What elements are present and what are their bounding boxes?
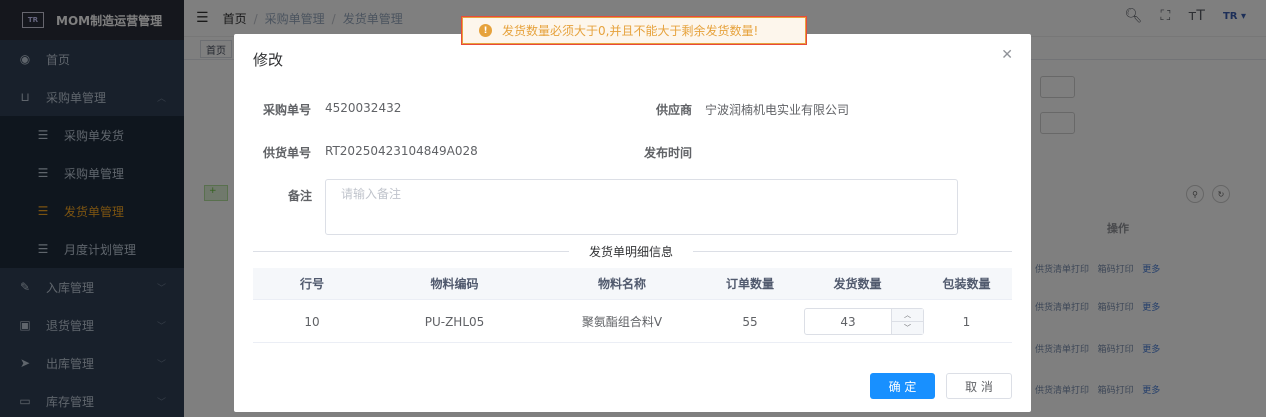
col-material-code: 物料编码 — [430, 277, 479, 291]
ship-qty-input[interactable]: 43 — [805, 309, 891, 334]
confirm-button[interactable]: 确 定 — [870, 373, 935, 399]
po-label: 采购单号 — [263, 103, 312, 117]
section-title: 发货单明细信息 — [569, 243, 694, 260]
cell-pack-qty: 1 — [962, 314, 971, 329]
toast-message: 发货数量必须大于0,并且不能大于剩余发货数量! — [502, 24, 759, 38]
po-value: 4520032432 — [325, 101, 402, 115]
warning-icon: ! — [479, 24, 492, 37]
warning-toast: ! 发货数量必须大于0,并且不能大于剩余发货数量! — [461, 16, 807, 45]
stepper-buttons: ︿ ﹀ — [891, 309, 923, 334]
col-pack-qty: 包装数量 — [942, 277, 991, 291]
increase-icon[interactable]: ︿ — [892, 309, 923, 322]
dialog-title: 修改 — [253, 51, 284, 69]
supplier-label: 供应商 — [656, 103, 693, 117]
col-order-qty: 订单数量 — [725, 277, 774, 291]
delivery-label: 供货单号 — [263, 146, 312, 160]
table-row: 10 PU-ZHL05 聚氨酯组合料V 55 43 ︿ ﹀ 1 — [253, 301, 1012, 343]
cancel-button[interactable]: 取 消 — [946, 373, 1012, 399]
cell-order-qty: 55 — [742, 314, 758, 329]
remark-label: 备注 — [288, 189, 313, 203]
decrease-icon[interactable]: ﹀ — [892, 322, 923, 335]
edit-dialog: 修改 ✕ 采购单号 4520032432 供应商 宁波润楠机电实业有限公司 供货… — [234, 34, 1031, 412]
cell-line-no: 10 — [304, 314, 320, 329]
supplier-value: 宁波润楠机电实业有限公司 — [705, 103, 850, 117]
delivery-value: RT20250423104849A028 — [325, 144, 478, 158]
cell-material-code: PU-ZHL05 — [424, 314, 485, 329]
cell-material-name: 聚氨酯组合料V — [581, 315, 663, 329]
col-ship-qty: 发货数量 — [833, 277, 882, 291]
close-icon[interactable]: ✕ — [1001, 47, 1013, 63]
remark-textarea[interactable]: 请输入备注 — [325, 179, 958, 235]
col-line-no: 行号 — [299, 277, 324, 291]
col-material-name: 物料名称 — [597, 277, 646, 291]
ship-qty-stepper: 43 ︿ ﹀ — [804, 308, 924, 335]
detail-table-header: 行号 物料编码 物料名称 订单数量 发货数量 包装数量 — [253, 268, 1012, 300]
publish-time-label: 发布时间 — [644, 146, 693, 160]
